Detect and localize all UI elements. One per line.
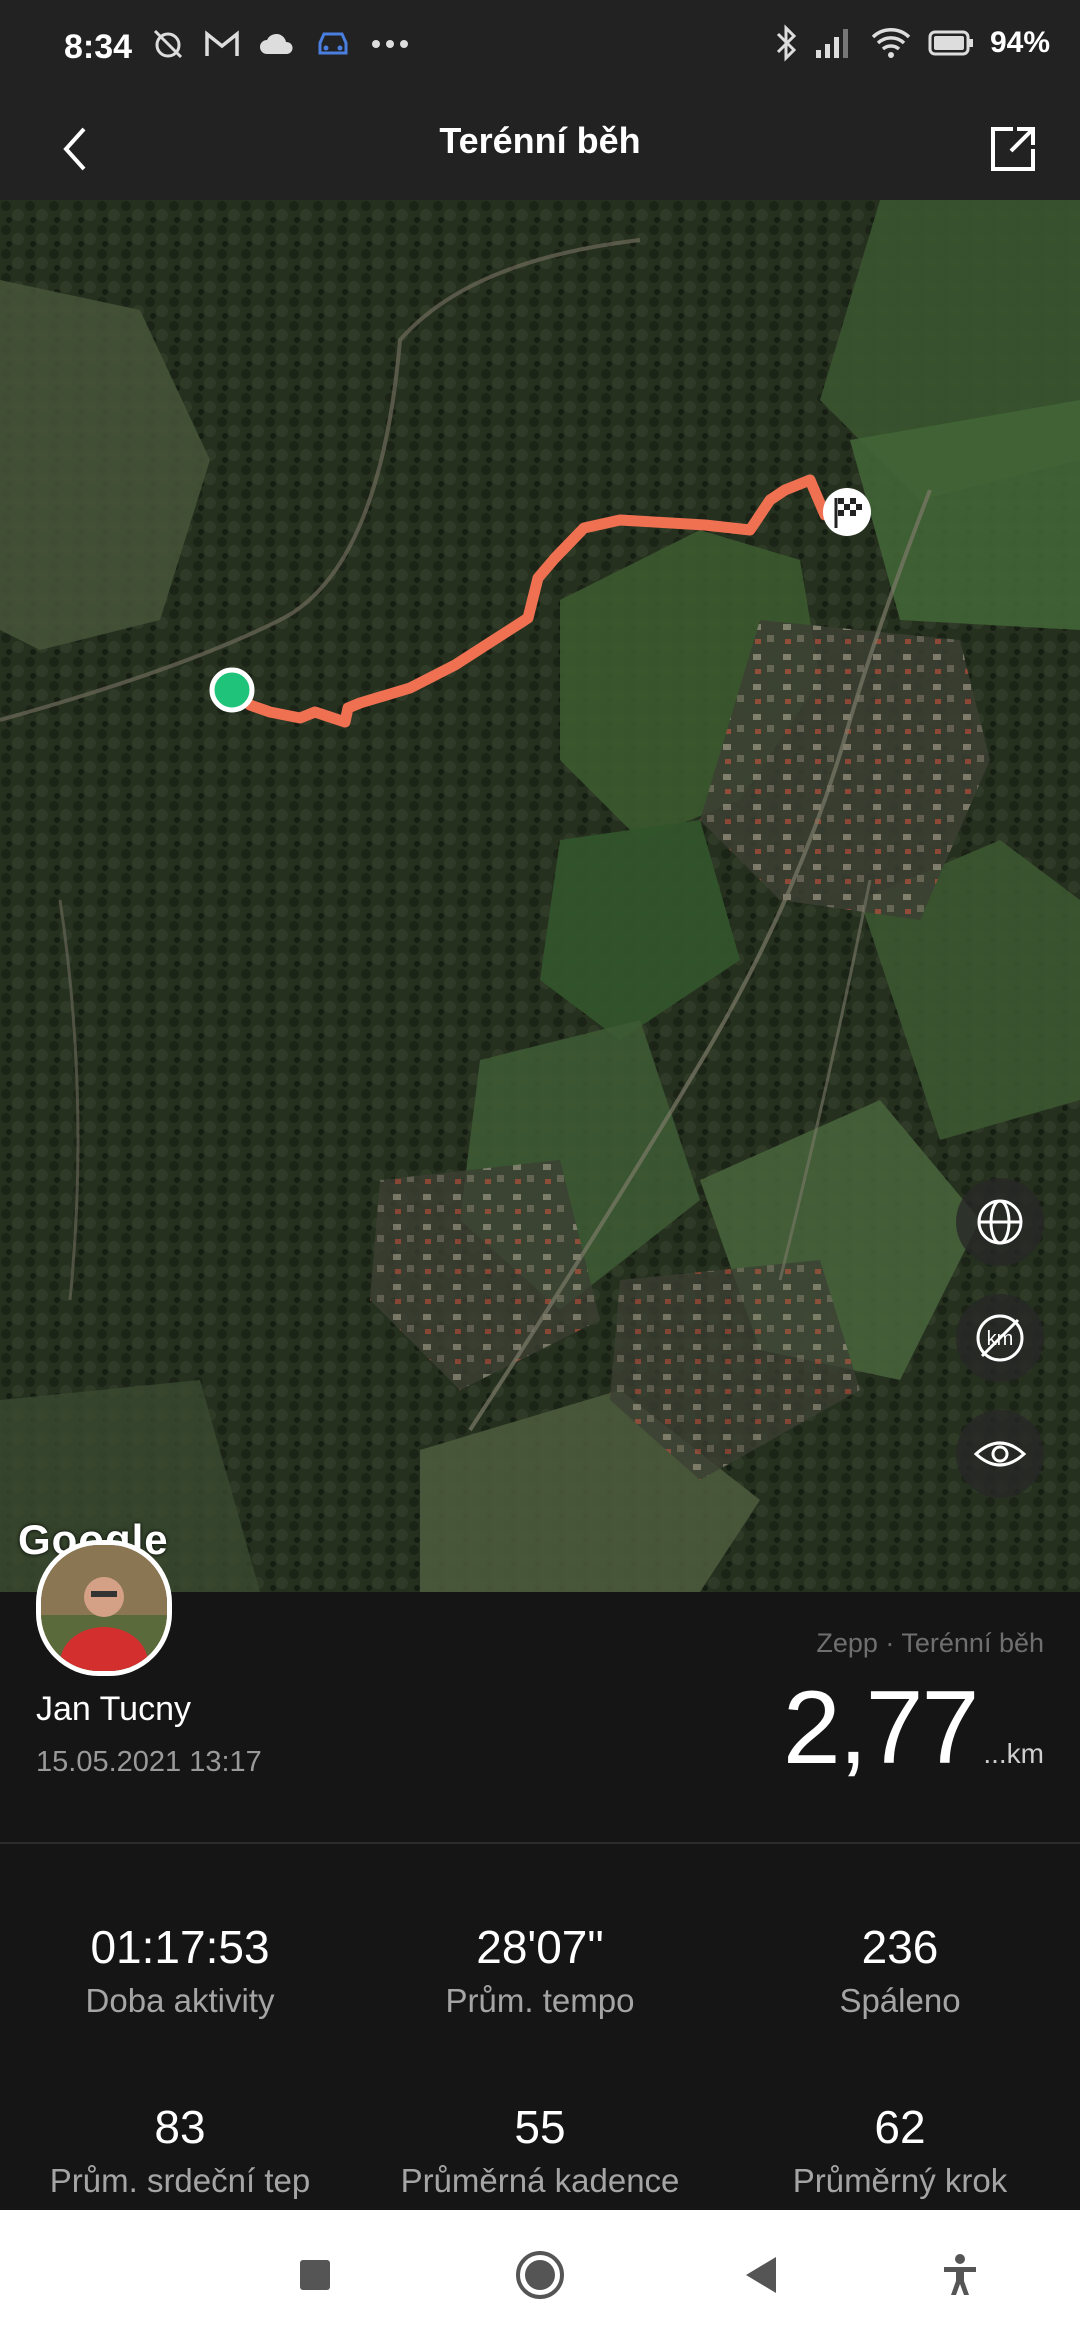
stat-value: 83	[154, 2101, 206, 2153]
alarm-off-icon	[153, 29, 183, 59]
wifi-icon	[871, 28, 911, 58]
gmail-icon	[205, 30, 239, 56]
stat-label: Průměrná kadence	[400, 2162, 680, 2199]
visibility-toggle[interactable]	[956, 1410, 1044, 1498]
distance-value: 2,77	[782, 1670, 979, 1786]
stat-value: 55	[514, 2101, 566, 2153]
activity-source: Zepp · Terénní běh	[816, 1628, 1044, 1658]
stat-cadence: 55 Průměrná kadence	[360, 2100, 720, 2200]
km-markers-toggle[interactable]: km	[956, 1294, 1044, 1382]
eye-icon	[973, 1441, 1027, 1467]
system-nav-bar	[0, 2210, 1080, 2340]
back-nav-button[interactable]	[725, 2240, 795, 2310]
start-marker	[209, 667, 255, 713]
stat-value: 62	[874, 2101, 926, 2153]
stat-heart-rate: 83 Prům. srdeční tep	[0, 2100, 360, 2200]
share-button[interactable]	[976, 112, 1050, 186]
km-off-icon: km	[976, 1314, 1024, 1362]
stat-duration: 01:17:53 Doba aktivity	[0, 1920, 360, 2020]
battery-percent: 94%	[989, 26, 1050, 59]
stat-calories: 236 Spáleno	[720, 1920, 1080, 2020]
status-icons-left	[150, 26, 410, 62]
external-link-icon	[991, 127, 1035, 171]
stat-value: 01:17:53	[90, 1921, 270, 1973]
status-icons-right: 94%	[774, 24, 1050, 62]
car-icon	[318, 32, 348, 55]
satellite-map	[0, 200, 1080, 1592]
distance-unit: ...km	[983, 1738, 1044, 1769]
accessibility-button[interactable]	[925, 2240, 995, 2310]
stat-pace: 28'07" Prům. tempo	[360, 1920, 720, 2020]
recents-icon	[300, 2260, 330, 2290]
status-time: 8:34	[64, 28, 133, 66]
signal-icon	[815, 29, 848, 58]
accessibility-icon	[944, 2254, 976, 2295]
stat-value: 28'07"	[476, 1921, 604, 1973]
home-icon	[516, 2251, 564, 2299]
app-header: Terénní běh	[0, 96, 1080, 200]
stat-label: Prům. tempo	[445, 1982, 635, 2019]
cloud-icon	[260, 33, 293, 54]
stat-label: Průměrný krok	[792, 2162, 1008, 2199]
back-nav-icon	[746, 2257, 776, 2293]
stat-label: Spáleno	[839, 1982, 961, 2019]
recents-button[interactable]	[280, 2240, 350, 2310]
user-name: Jan Tucny	[36, 1690, 191, 1728]
route-map[interactable]: km Google	[0, 200, 1080, 1592]
divider	[0, 1842, 1080, 1844]
map-type-button[interactable]	[956, 1178, 1044, 1266]
avatar	[36, 1540, 172, 1676]
activity-date: 15.05.2021 13:17	[36, 1746, 262, 1778]
bluetooth-icon	[776, 24, 797, 62]
stat-value: 236	[861, 1921, 939, 1973]
status-bar: 8:34 94%	[0, 0, 1080, 96]
globe-icon	[977, 1199, 1023, 1245]
page-title: Terénní běh	[439, 120, 641, 161]
battery-icon	[928, 30, 973, 56]
finish-flag-marker	[823, 488, 871, 536]
home-button[interactable]	[505, 2240, 575, 2310]
stat-label: Prům. srdeční tep	[49, 2162, 311, 2199]
stat-stride: 62 Průměrný krok	[720, 2100, 1080, 2200]
more-dots-icon	[372, 40, 408, 48]
stat-label: Doba aktivity	[85, 1982, 275, 2019]
distance-display: 2,77 ...km	[783, 1676, 1044, 1780]
